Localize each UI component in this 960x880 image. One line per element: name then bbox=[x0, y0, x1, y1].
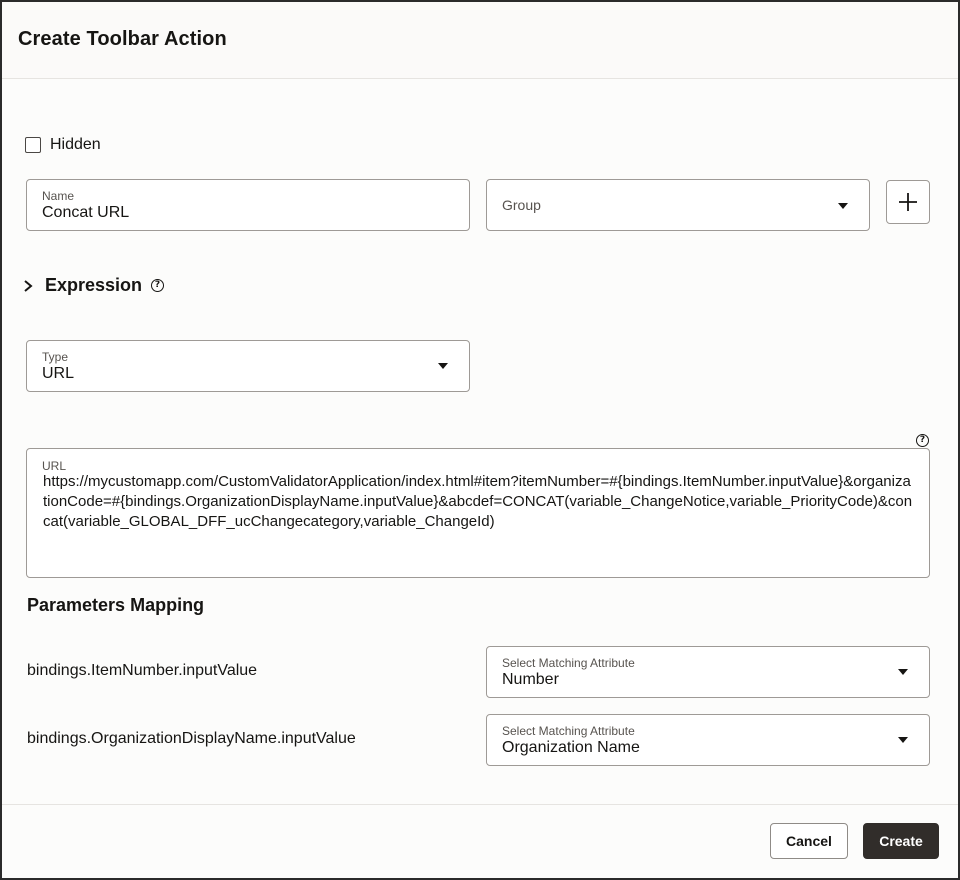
url-textarea-label: URL bbox=[42, 459, 67, 473]
group-select-placeholder: Group bbox=[502, 197, 541, 213]
type-select-label: Type bbox=[42, 350, 69, 364]
group-select[interactable]: Group bbox=[486, 179, 870, 231]
mapping-select-label: Select Matching Attribute bbox=[502, 724, 635, 738]
hidden-checkbox-row[interactable]: Hidden bbox=[25, 136, 101, 154]
url-help-icon[interactable]: ? bbox=[916, 434, 929, 447]
dialog-title: Create Toolbar Action bbox=[18, 28, 227, 50]
mapping-select-value: Number bbox=[502, 671, 559, 688]
type-select-value: URL bbox=[42, 365, 75, 382]
url-textarea-value[interactable]: https://mycustomapp.com/CustomValidatorA… bbox=[43, 472, 913, 532]
mapping-binding-label: bindings.OrganizationDisplayName.inputVa… bbox=[27, 730, 356, 747]
group-caret-down-icon bbox=[838, 203, 848, 209]
hidden-checkbox-label: Hidden bbox=[50, 136, 101, 153]
type-select[interactable]: Type URL bbox=[26, 340, 470, 392]
hidden-checkbox[interactable] bbox=[25, 137, 41, 153]
dialog-header: Create Toolbar Action bbox=[2, 2, 958, 79]
expression-help-icon[interactable]: ? bbox=[151, 279, 165, 292]
type-caret-down-icon bbox=[438, 363, 448, 369]
mapping-2-caret-down-icon bbox=[898, 737, 908, 743]
mapping-attribute-select-1[interactable]: Select Matching Attribute Number bbox=[486, 646, 930, 698]
plus-icon bbox=[899, 193, 917, 211]
parameters-mapping-header: Parameters Mapping bbox=[27, 595, 204, 616]
parameters-mapping-title: Parameters Mapping bbox=[27, 595, 205, 615]
name-field[interactable]: Name Concat URL bbox=[26, 179, 470, 231]
cancel-button[interactable]: Cancel bbox=[770, 823, 848, 859]
chevron-right-icon[interactable] bbox=[21, 279, 35, 293]
create-button[interactable]: Create bbox=[863, 823, 939, 859]
name-field-label: Name bbox=[42, 189, 75, 203]
mapping-select-value: Organization Name bbox=[502, 739, 640, 756]
mapping-binding-label: bindings.ItemNumber.inputValue bbox=[27, 662, 258, 679]
add-group-button[interactable] bbox=[886, 180, 930, 224]
mapping-1-caret-down-icon bbox=[898, 669, 908, 675]
mapping-select-label: Select Matching Attribute bbox=[502, 656, 635, 670]
create-toolbar-action-dialog: Create Toolbar Action Hidden Name Concat… bbox=[0, 0, 960, 880]
mapping-attribute-select-2[interactable]: Select Matching Attribute Organization N… bbox=[486, 714, 930, 766]
expression-section-header[interactable]: Expression ? bbox=[21, 275, 165, 296]
expression-title: Expression bbox=[45, 275, 143, 295]
url-textarea[interactable]: URL https://mycustomapp.com/CustomValida… bbox=[26, 448, 930, 578]
name-field-value[interactable]: Concat URL bbox=[42, 204, 129, 222]
